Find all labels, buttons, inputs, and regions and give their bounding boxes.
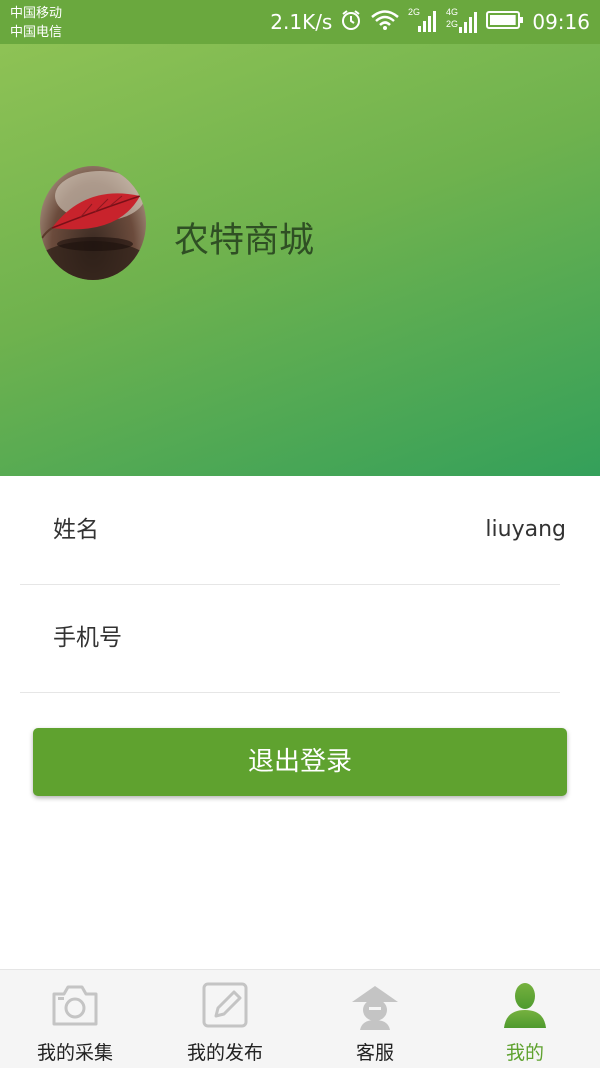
- tab-customer-service[interactable]: 客服: [300, 970, 450, 1068]
- carrier-1: 中国移动: [10, 6, 63, 21]
- clock: 09:16: [532, 10, 590, 34]
- logout-button[interactable]: 退出登录: [33, 728, 567, 796]
- signal-icon-sim2: 4G 2G: [446, 5, 478, 40]
- carrier-info: 中国移动 中国电信: [10, 4, 62, 42]
- name-value: liuyang: [485, 517, 566, 542]
- bottom-tab-bar: 我的采集 我的发布 客服 我的: [0, 969, 600, 1068]
- app-name: 农特商城: [174, 221, 315, 261]
- customer-service-icon: [352, 986, 398, 1030]
- wifi-icon: [370, 9, 400, 36]
- tab-my-publish[interactable]: 我的发布: [150, 970, 300, 1068]
- name-label: 姓名: [53, 517, 99, 543]
- signal-icon-sim1: 2G: [408, 6, 438, 39]
- edit-icon: [202, 982, 248, 1028]
- camera-icon: [52, 985, 98, 1026]
- tab-mine[interactable]: 我的: [450, 970, 600, 1068]
- phone-label: 手机号: [53, 625, 122, 651]
- user-icon: [504, 983, 546, 1028]
- sim2-network-bottom-label: 2G: [446, 19, 458, 29]
- battery-icon: [486, 10, 524, 35]
- tab-label: 我的: [505, 1042, 544, 1064]
- tab-label: 客服: [355, 1042, 394, 1064]
- status-bar: 中国移动 中国电信 2.1K/s 2G 4G 2G 09:16: [0, 0, 600, 44]
- avatar[interactable]: [40, 166, 146, 280]
- tab-my-collection[interactable]: 我的采集: [0, 970, 150, 1068]
- tab-label: 我的采集: [36, 1042, 113, 1064]
- leaf-avatar-image: [40, 171, 146, 280]
- sim2-network-top-label: 4G: [446, 7, 458, 17]
- net-speed: 2.1K/s: [270, 10, 333, 34]
- carrier-2: 中国电信: [10, 25, 63, 40]
- phone-row: 手机号: [20, 584, 560, 693]
- name-row: 姓名 liuyang: [20, 476, 566, 585]
- tab-label: 我的发布: [186, 1042, 263, 1064]
- status-icons: 2.1K/s 2G 4G 2G 09:16: [270, 0, 590, 44]
- battery-fill: [490, 14, 517, 25]
- profile-header: 农特商城: [0, 44, 600, 476]
- alarm-icon: [340, 9, 362, 36]
- sim1-network-label: 2G: [408, 7, 420, 17]
